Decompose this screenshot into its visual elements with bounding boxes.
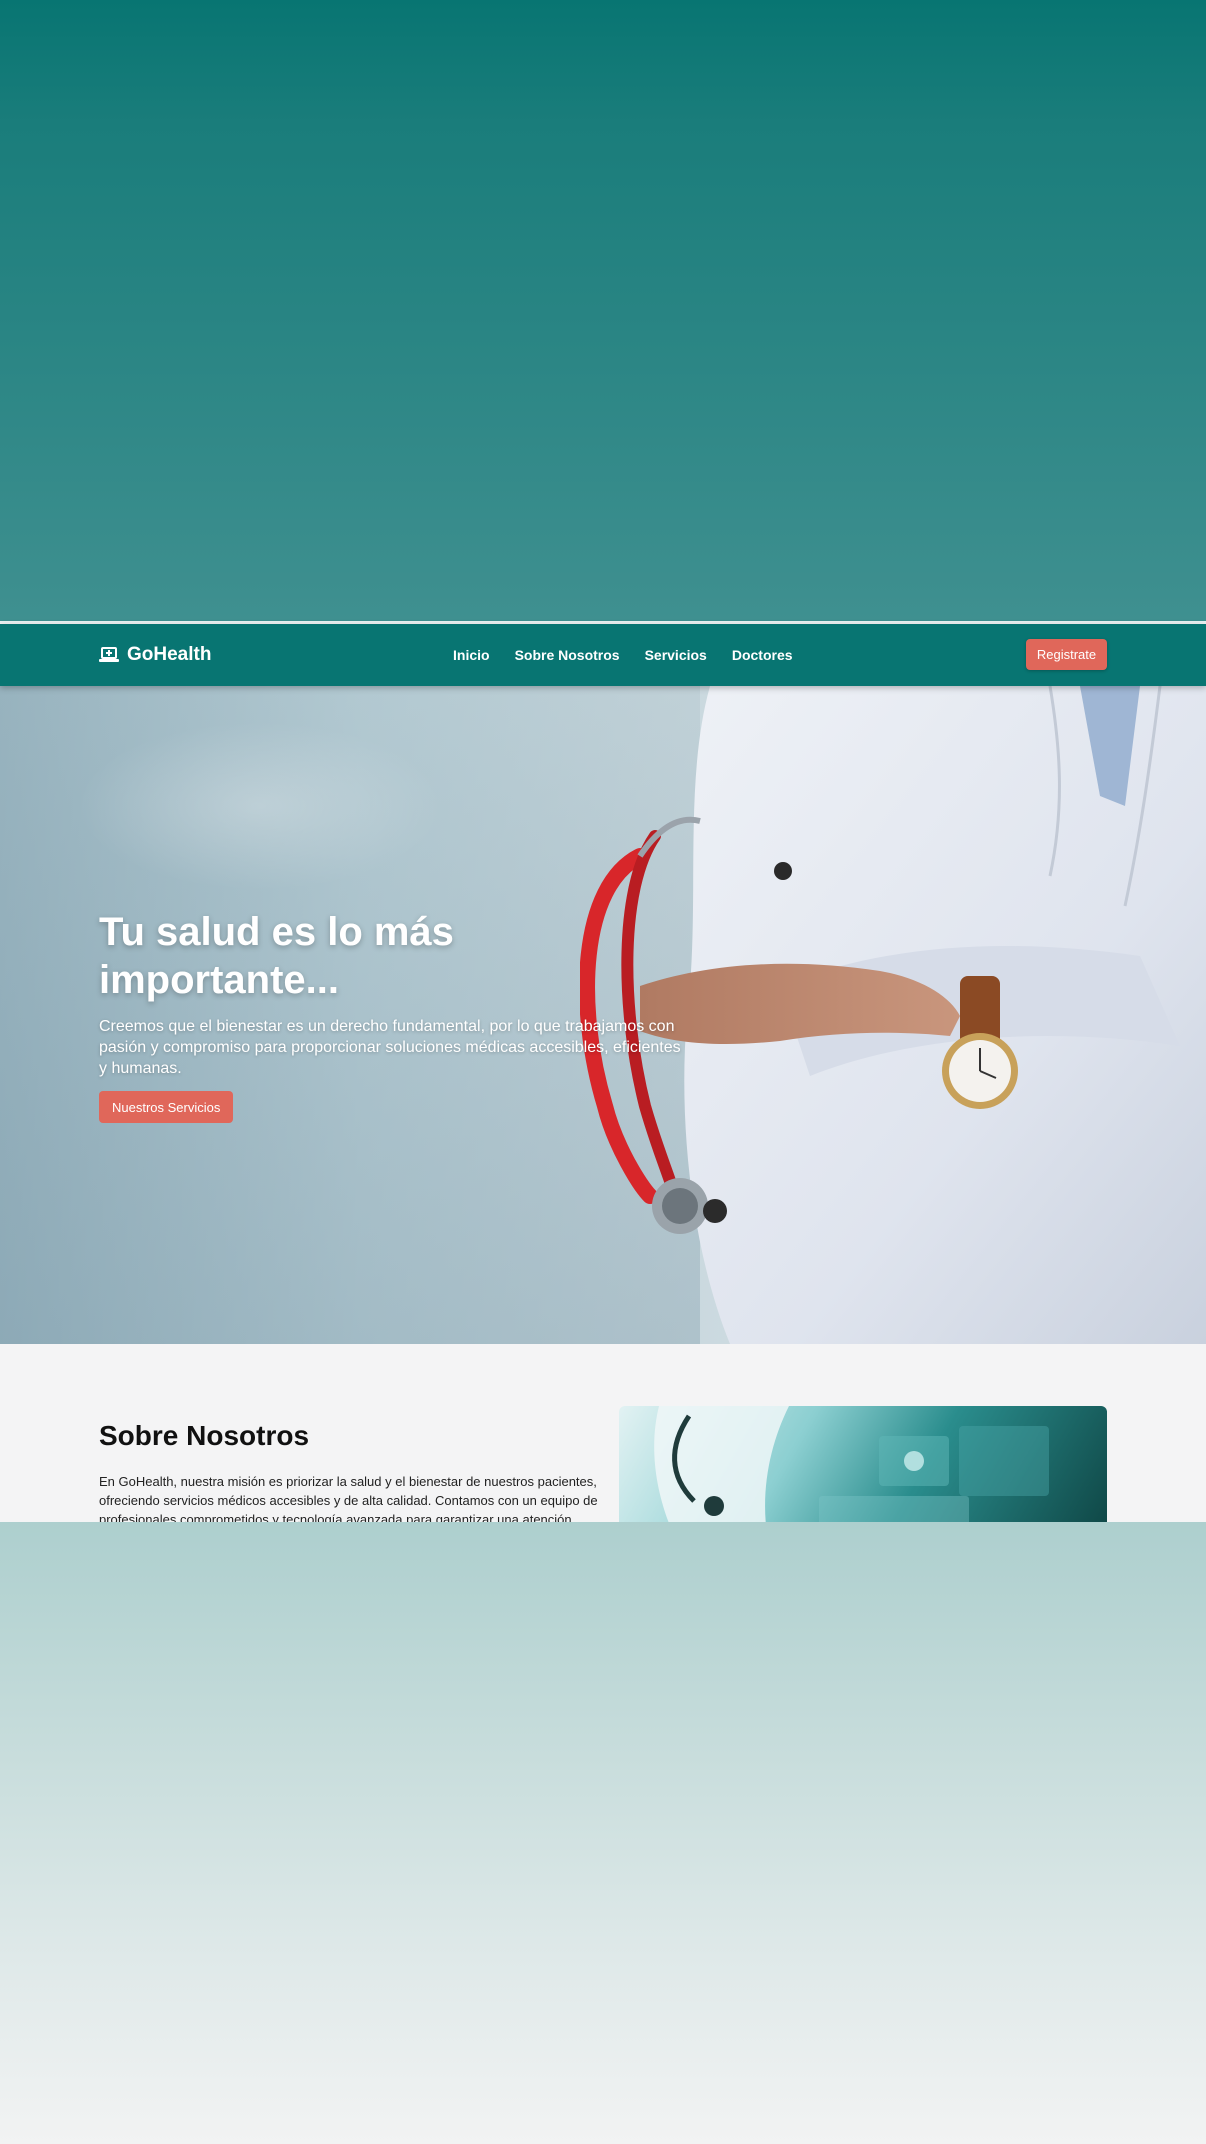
hero-content: Tu salud es lo más importante... Creemos… (99, 908, 699, 1123)
about-title: Sobre Nosotros (99, 1420, 310, 1451)
bottom-backdrop (0, 1522, 1206, 2144)
hero-section: Tu salud es lo más importante... Creemos… (0, 686, 1206, 1344)
register-button[interactable]: Registrate (1026, 639, 1107, 670)
hero-description: Creemos que el bienestar es un derecho f… (99, 1018, 681, 1077)
services-button[interactable]: Nuestros Servicios (99, 1091, 234, 1123)
about-section: Sobre Nosotros En GoHealth, nuestra misi… (0, 1344, 1206, 1522)
about-description: En GoHealth, nuestra misión es priorizar… (99, 1474, 598, 1522)
hero-title: Tu salud es lo más importante... (99, 910, 454, 1002)
brand-logo[interactable]: GoHealth (99, 624, 211, 686)
nav-link-servicios[interactable]: Servicios (645, 647, 707, 663)
nav-links: Inicio Sobre Nosotros Servicios Doctores (453, 624, 793, 686)
nav-link-doctores[interactable]: Doctores (732, 647, 793, 663)
nav-link-sobre-nosotros[interactable]: Sobre Nosotros (515, 647, 620, 663)
top-backdrop (0, 0, 1206, 623)
about-image (619, 1406, 1107, 1522)
nav-link-inicio[interactable]: Inicio (453, 647, 490, 663)
brand-name: GoHealth (127, 644, 212, 665)
navbar: GoHealth Inicio Sobre Nosotros Servicios… (0, 624, 1206, 686)
laptop-medical-icon (99, 647, 119, 663)
